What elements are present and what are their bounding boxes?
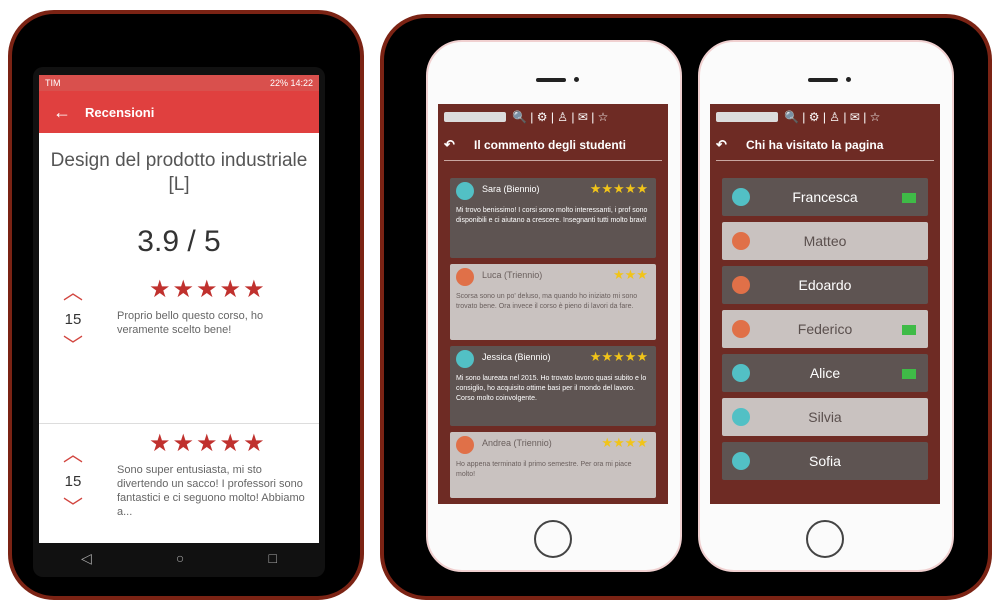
app-bar-title: Recensioni [85, 104, 155, 120]
comment-text: Mi sono laureata nel 2015. Ho trovato la… [456, 375, 647, 402]
comment-text: Ho appena terminato il primo semestre. P… [456, 461, 632, 478]
visitor-name: Sofia [809, 453, 841, 469]
visitor-row[interactable]: Francesca [722, 178, 928, 216]
course-title: Design del prodotto industriale [L] [50, 150, 308, 195]
visitor-row[interactable]: Sofia [722, 442, 928, 480]
toolbar: 🔍 | ⚙ | ♙ | ✉ | ☆ [710, 104, 940, 130]
screen-title: Il commento degli studenti [474, 138, 627, 152]
review-text: Sono super entusiasta, mi sto divertendo… [117, 464, 305, 518]
comment-card: Sara (Biennio) ★★★★★ Mi trovo benissimo!… [450, 178, 656, 258]
status-bar: TIM 22% 14:22 [39, 75, 319, 91]
upvote-icon[interactable]: ︿ [53, 445, 93, 465]
home-button[interactable] [806, 520, 844, 558]
iphone-comments: 🔍 | ⚙ | ♙ | ✉ | ☆ ↶ Il commento degli st… [426, 40, 682, 572]
commenter-name: Andrea (Triennio) [482, 438, 552, 448]
recent-nav-icon[interactable]: □ [268, 550, 276, 566]
comment-text: Mi trovo benissimo! I corsi sono molto i… [456, 207, 648, 224]
reviews-content: Design del prodotto industriale [L] 3.9 … [39, 133, 319, 543]
speaker [536, 78, 566, 82]
speaker [808, 78, 838, 82]
android-phone: TIM 22% 14:22 ← Recensioni Design del pr… [33, 67, 325, 577]
review-stars: ★★★★★ [149, 276, 267, 303]
back-arrow-icon[interactable]: ← [39, 102, 85, 123]
commenter-name: Jessica (Biennio) [482, 352, 551, 362]
comment-card: Andrea (Triennio) ★★★★ Ho appena termina… [450, 432, 656, 498]
visitors-screen: 🔍 | ⚙ | ♙ | ✉ | ☆ ↶ Chi ha visitato la p… [710, 104, 940, 504]
commenter-name: Sara (Biennio) [482, 184, 540, 194]
screen-header: ↶ Il commento degli studenti [444, 130, 662, 161]
status-right: 22% 14:22 [269, 78, 313, 88]
upvote-icon[interactable]: ︿ [53, 283, 93, 303]
online-indicator [902, 325, 916, 335]
online-indicator [902, 369, 916, 379]
back-nav-icon[interactable]: ◁ [81, 550, 92, 567]
visitor-name: Edoardo [798, 277, 852, 293]
visitor-row[interactable]: Edoardo [722, 266, 928, 304]
visitor-row[interactable]: Silvia [722, 398, 928, 436]
comment-text: Scorsa sono un po' deluso, ma quando ho … [456, 293, 638, 310]
status-left: TIM [45, 78, 61, 88]
visitor-row[interactable]: Federico [722, 310, 928, 348]
average-rating: 3.9 / 5 [137, 225, 221, 258]
vote-control: ︿ 15 ﹀ [53, 445, 93, 518]
home-nav-icon[interactable]: ○ [176, 550, 184, 566]
comment-stars: ★★★★ [601, 435, 648, 450]
comment-stars: ★★★★★ [589, 349, 648, 364]
toolbar: 🔍 | ⚙ | ♙ | ✉ | ☆ [438, 104, 668, 130]
commenter-name: Luca (Triennio) [482, 270, 543, 280]
vote-control: ︿ 15 ﹀ [53, 283, 93, 356]
back-icon[interactable]: ↶ [444, 137, 474, 153]
review-text: Proprio bello questo corso, ho veramente… [117, 310, 264, 336]
comment-card: Jessica (Biennio) ★★★★★ Mi sono laureata… [450, 346, 656, 426]
visitor-name: Federico [797, 321, 853, 337]
avatar [456, 268, 474, 286]
avatar [456, 436, 474, 454]
downvote-icon[interactable]: ﹀ [53, 498, 93, 518]
search-input[interactable] [444, 112, 506, 122]
back-icon[interactable]: ↶ [716, 137, 746, 153]
comments-screen: 🔍 | ⚙ | ♙ | ✉ | ☆ ↶ Il commento degli st… [438, 104, 668, 504]
app-bar: ← Recensioni [39, 91, 319, 133]
nav-bar: ◁ ○ □ [39, 543, 319, 573]
review-stars: ★★★★★ [149, 430, 267, 457]
comment-card: Luca (Triennio) ★★★ Scorsa sono un po' d… [450, 264, 656, 340]
divider [39, 423, 319, 424]
iphone-visitors: 🔍 | ⚙ | ♙ | ✉ | ☆ ↶ Chi ha visitato la p… [698, 40, 954, 572]
avatar [456, 350, 474, 368]
visitor-row[interactable]: Matteo [722, 222, 928, 260]
screen-header: ↶ Chi ha visitato la pagina [716, 130, 934, 161]
toolbar-icons[interactable]: 🔍 | ⚙ | ♙ | ✉ | ☆ [784, 110, 880, 124]
visitor-name: Francesca [792, 189, 858, 205]
camera-icon [846, 77, 851, 82]
comment-stars: ★★★★★ [589, 181, 648, 196]
camera-icon [574, 77, 579, 82]
avatar [456, 182, 474, 200]
vote-count: 15 [64, 473, 82, 490]
downvote-icon[interactable]: ﹀ [53, 336, 93, 356]
search-input[interactable] [716, 112, 778, 122]
toolbar-icons[interactable]: 🔍 | ⚙ | ♙ | ✉ | ☆ [512, 110, 608, 124]
online-indicator [902, 193, 916, 203]
visitor-name: Alice [809, 365, 841, 381]
screen-title: Chi ha visitato la pagina [746, 138, 884, 152]
visitor-name: Matteo [803, 233, 847, 249]
visitor-name: Silvia [808, 409, 842, 425]
comment-stars: ★★★ [613, 267, 648, 282]
home-button[interactable] [534, 520, 572, 558]
vote-count: 15 [64, 311, 82, 328]
visitor-row[interactable]: Alice [722, 354, 928, 392]
